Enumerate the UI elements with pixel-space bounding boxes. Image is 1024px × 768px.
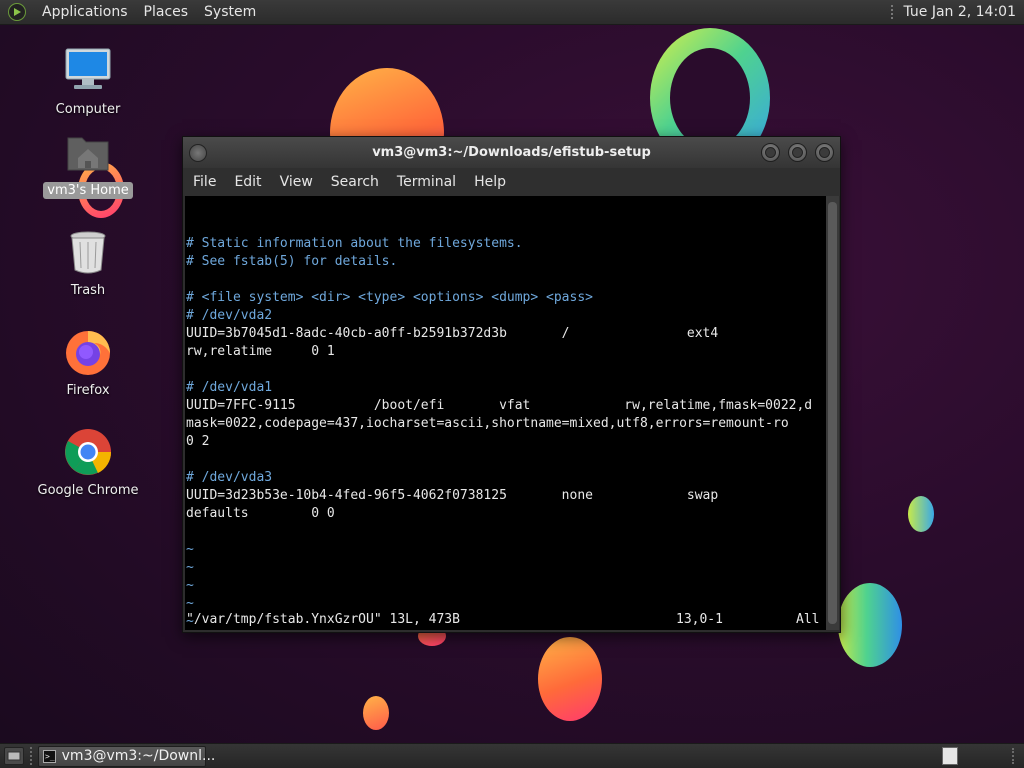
chrome-icon <box>65 429 112 475</box>
status-cursor-position: 13,0-1 <box>676 612 723 627</box>
workspace-switcher[interactable] <box>942 747 958 765</box>
applications-menu[interactable]: Applications <box>34 0 136 25</box>
terminal-line: # /dev/vda1 <box>186 380 273 395</box>
window-titlebar[interactable]: vm3@vm3:~/Downloads/efistub-setup <box>183 137 840 168</box>
terminal-window[interactable]: vm3@vm3:~/Downloads/efistub-setup File E… <box>182 136 841 633</box>
window-menu-icon[interactable] <box>189 144 207 162</box>
desktop-icon-label: Firefox <box>66 383 110 398</box>
vim-status-line: "/var/tmp/fstab.YnxGzrOU" 13L, 473B 13,0… <box>186 611 826 629</box>
top-panel: Applications Places System Tue Jan 2, 14… <box>0 0 1024 25</box>
panel-grip <box>1012 748 1014 764</box>
vim-empty-line-marker: ~ <box>186 542 194 557</box>
taskbar-window-button[interactable]: >_ vm3@vm3:~/Downl... <box>38 745 215 767</box>
home-folder-icon <box>67 137 109 171</box>
desktop-icon-label: Google Chrome <box>37 483 139 498</box>
wallpaper-orb <box>363 696 389 730</box>
close-icon[interactable] <box>815 143 834 162</box>
taskbar-window-label: vm3@vm3:~/Downl... <box>61 748 216 764</box>
trash-icon <box>70 231 106 274</box>
menu-edit[interactable]: Edit <box>228 174 269 190</box>
terminal-line: mask=0022,codepage=437,iocharset=ascii,s… <box>186 416 789 431</box>
desktop-icon-computer[interactable]: Computer <box>33 45 143 118</box>
terminal-line: # /dev/vda3 <box>186 470 273 485</box>
places-menu[interactable]: Places <box>136 0 197 25</box>
terminal-icon: >_ <box>43 749 56 763</box>
status-scroll-position: All <box>796 612 820 627</box>
terminal-line: defaults 0 0 <box>186 506 335 521</box>
desktop-icon-firefox[interactable]: Firefox <box>33 326 143 399</box>
window-controls <box>761 143 834 162</box>
terminal-line: 0 2 <box>186 434 210 449</box>
desktop-icon-label: Trash <box>70 283 106 298</box>
terminal-content[interactable]: # Static information about the filesyste… <box>185 196 826 630</box>
panel-separator <box>891 5 897 19</box>
minimize-icon[interactable] <box>761 143 780 162</box>
firefox-icon <box>66 331 110 375</box>
clock[interactable]: Tue Jan 2, 14:01 <box>903 4 1024 20</box>
show-desktop-icon[interactable] <box>4 747 24 765</box>
menu-search[interactable]: Search <box>325 174 387 190</box>
vim-empty-line-marker: ~ <box>186 578 194 593</box>
menu-terminal[interactable]: Terminal <box>391 174 464 190</box>
desktop-icon-label: Computer <box>55 102 121 117</box>
terminal-line: # /dev/vda2 <box>186 308 273 323</box>
wallpaper-orb <box>538 637 602 721</box>
wallpaper-orb <box>838 583 902 667</box>
bottom-panel: >_ vm3@vm3:~/Downl... <box>0 743 1024 768</box>
terminal-line: # <file system> <dir> <type> <options> <… <box>186 290 593 305</box>
terminal-scrollbar[interactable] <box>826 196 839 630</box>
wallpaper-orb <box>908 496 934 532</box>
computer-icon <box>65 48 111 89</box>
menu-file[interactable]: File <box>187 174 224 190</box>
desktop-icon-label: vm3's Home <box>43 182 133 199</box>
terminal-line: UUID=3b7045d1-8adc-40cb-a0ff-b2591b372d3… <box>186 326 719 341</box>
terminal-line: # Static information about the filesyste… <box>186 236 523 251</box>
main-menu-logo-icon[interactable] <box>8 3 26 21</box>
terminal-line: UUID=3d23b53e-10b4-4fed-96f5-4062f073812… <box>186 488 719 503</box>
terminal-line: # See fstab(5) for details. <box>186 254 398 269</box>
panel-separator <box>30 747 32 765</box>
terminal-line: rw,relatime 0 1 <box>186 344 335 359</box>
window-title: vm3@vm3:~/Downloads/efistub-setup <box>372 145 651 160</box>
terminal-menubar: File Edit View Search Terminal Help <box>183 168 840 196</box>
menu-help[interactable]: Help <box>468 174 514 190</box>
vim-empty-line-marker: ~ <box>186 560 194 575</box>
status-file-info: "/var/tmp/fstab.YnxGzrOU" 13L, 473B <box>186 612 460 627</box>
menu-view[interactable]: View <box>274 174 321 190</box>
desktop-icon-chrome[interactable]: Google Chrome <box>33 426 143 499</box>
maximize-icon[interactable] <box>788 143 807 162</box>
desktop-icon-home[interactable]: vm3's Home <box>33 126 143 199</box>
desktop-icon-trash[interactable]: Trash <box>33 226 143 299</box>
system-menu[interactable]: System <box>196 0 264 25</box>
scrollbar-thumb[interactable] <box>828 202 837 624</box>
terminal-line: UUID=7FFC-9115 /boot/efi vfat rw,relatim… <box>186 398 813 413</box>
terminal-lines: # Static information about the filesyste… <box>186 235 826 630</box>
